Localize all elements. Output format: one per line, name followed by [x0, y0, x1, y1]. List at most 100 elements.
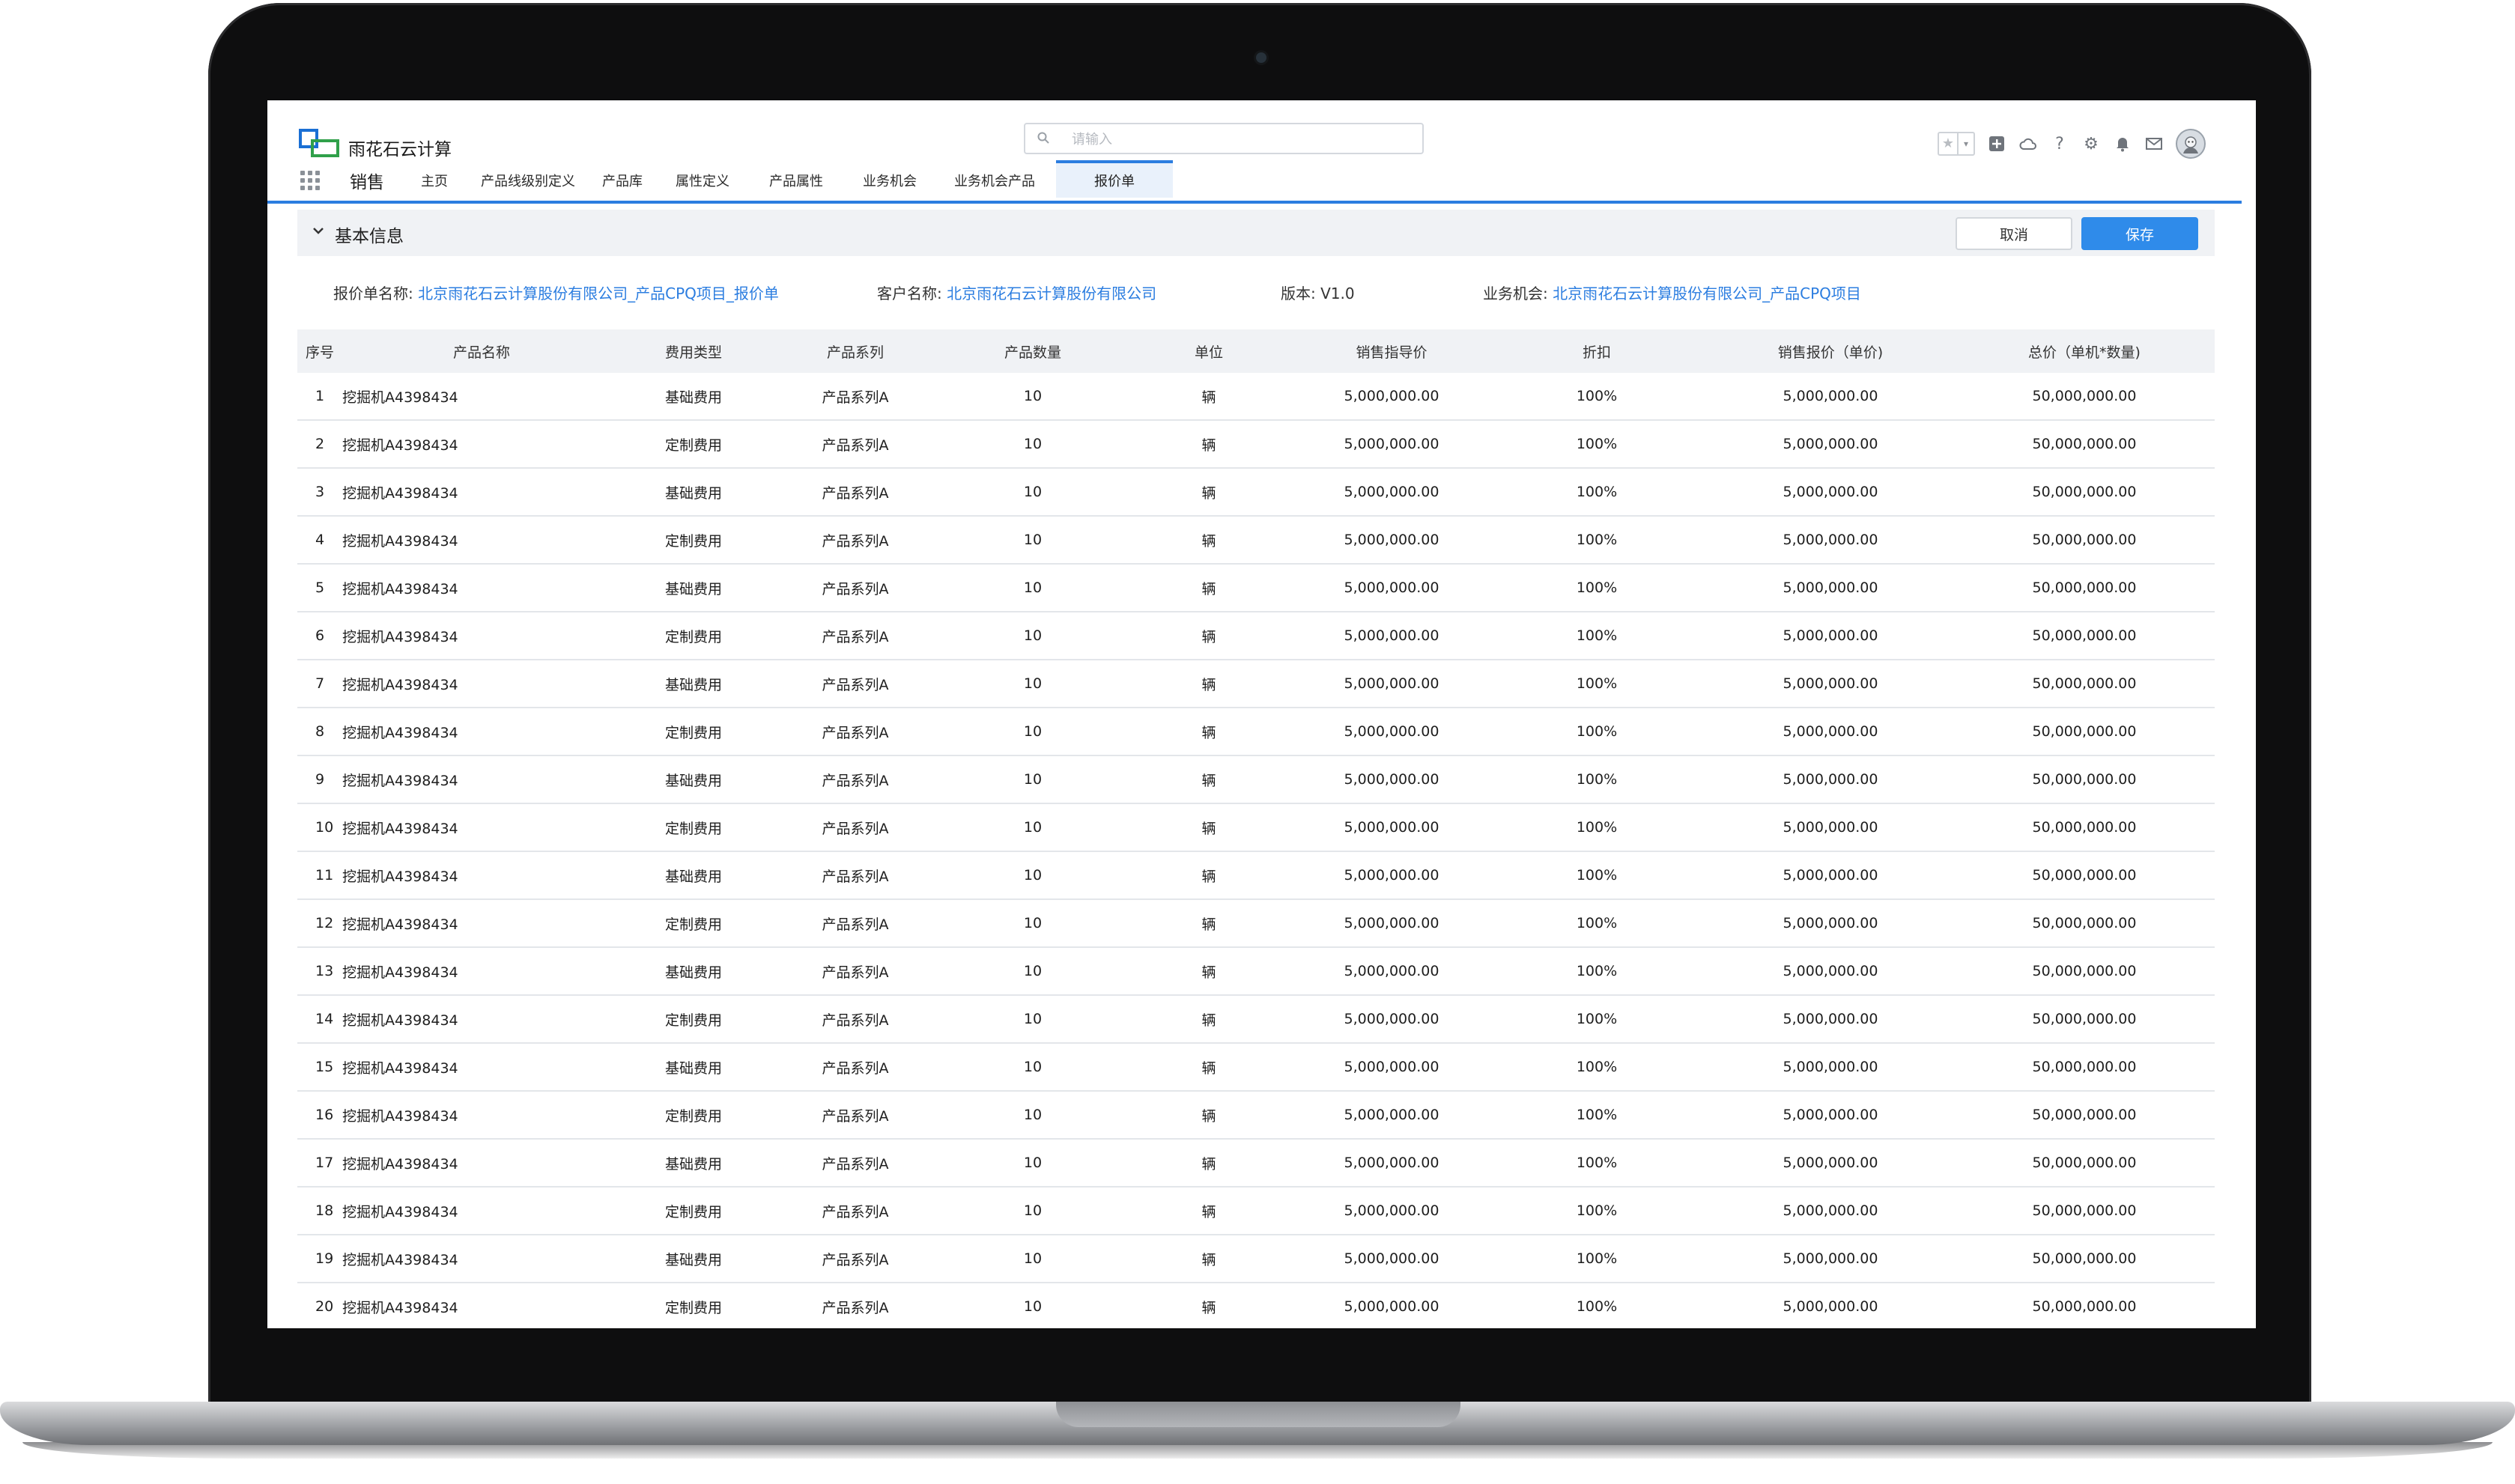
opportunity-field: 业务机会: 北京雨花石云计算股份有限公司_产品CPQ项目 — [1483, 282, 1861, 303]
table-row[interactable]: 5 挖掘机A4398434 基础费用 产品系列A 10 辆 5,000,000.00 100%… — [297, 564, 2215, 612]
column-header[interactable]: 销售指导价 — [1296, 329, 1487, 373]
column-header[interactable]: 折扣 — [1487, 329, 1707, 373]
list-price-cell: 5,000,000.00 — [1296, 516, 1487, 565]
total-price-cell: 50,000,000.00 — [1954, 947, 2215, 996]
app-launcher-icon[interactable] — [300, 171, 320, 190]
discount-cell: 100% — [1487, 468, 1707, 517]
chevron-down-icon[interactable]: ▾ — [1957, 133, 1974, 154]
column-header[interactable]: 总价（单机*数量) — [1954, 329, 2215, 373]
avatar[interactable] — [2176, 129, 2206, 159]
product-name-cell: 挖掘机A4398434 — [342, 708, 621, 756]
table-row[interactable]: 8 挖掘机A4398434 定制费用 产品系列A 10 辆 5,000,000.00 100%… — [297, 708, 2215, 756]
list-price-cell: 5,000,000.00 — [1296, 1091, 1487, 1140]
table-row[interactable]: 12 挖掘机A4398434 定制费用 产品系列A 10 辆 5,000,000.00 100… — [297, 899, 2215, 948]
tab-product-library[interactable]: 产品库 — [602, 171, 643, 190]
column-header[interactable]: 序号 — [297, 329, 342, 373]
product-series-cell: 产品系列A — [766, 1091, 944, 1140]
tab-home[interactable]: 主页 — [421, 171, 448, 190]
total-price-cell: 50,000,000.00 — [1954, 1283, 2215, 1328]
table-row[interactable]: 11 挖掘机A4398434 基础费用 产品系列A 10 辆 5,000,000.00 100… — [297, 851, 2215, 900]
chevron-down-icon[interactable] — [311, 223, 326, 238]
opportunity-link[interactable]: 北京雨花石云计算股份有限公司_产品CPQ项目 — [1553, 285, 1861, 302]
table-row[interactable]: 13 挖掘机A4398434 基础费用 产品系列A 10 辆 5,000,000.00 100… — [297, 947, 2215, 996]
tab-opportunities[interactable]: 业务机会 — [863, 171, 917, 190]
quantity-cell: 10 — [944, 373, 1121, 421]
column-header[interactable]: 产品系列 — [766, 329, 944, 373]
table-row[interactable]: 17 挖掘机A4398434 基础费用 产品系列A 10 辆 5,000,000.00 100… — [297, 1139, 2215, 1187]
quantity-cell: 10 — [944, 1091, 1121, 1140]
search-input[interactable] — [1070, 127, 1403, 151]
customer-link[interactable]: 北京雨花石云计算股份有限公司 — [947, 285, 1156, 302]
gear-icon[interactable]: ⚙ — [2081, 134, 2101, 153]
help-icon[interactable]: ? — [2050, 134, 2069, 153]
fee-type-cell: 基础费用 — [621, 851, 766, 900]
column-header[interactable]: 费用类型 — [621, 329, 766, 373]
table-row[interactable]: 19 挖掘机A4398434 基础费用 产品系列A 10 辆 5,000,000.00 100… — [297, 1235, 2215, 1283]
favorite-star-icon[interactable]: ★ — [1939, 133, 1957, 154]
unit-cell: 辆 — [1121, 1283, 1296, 1328]
table-row[interactable]: 15 挖掘机A4398434 基础费用 产品系列A 10 辆 5,000,000.00 100… — [297, 1043, 2215, 1092]
favorites-control[interactable]: ★ ▾ — [1938, 132, 1975, 156]
table-row[interactable]: 10 挖掘机A4398434 定制费用 产品系列A 10 辆 5,000,000.00 100… — [297, 803, 2215, 852]
table-row[interactable]: 3 挖掘机A4398434 基础费用 产品系列A 10 辆 5,000,000.00 100%… — [297, 468, 2215, 517]
row-index-cell: 10 — [297, 803, 342, 852]
cancel-button[interactable]: 取消 — [1956, 217, 2072, 250]
table-row[interactable]: 1 挖掘机A4398434 基础费用 产品系列A 10 辆 5,000,000.00 100%… — [297, 373, 2215, 421]
customer-field: 客户名称: 北京雨花石云计算股份有限公司 — [877, 282, 1156, 303]
total-price-cell: 50,000,000.00 — [1954, 899, 2215, 948]
total-price-cell: 50,000,000.00 — [1954, 660, 2215, 708]
table-row[interactable]: 14 挖掘机A4398434 定制费用 产品系列A 10 辆 5,000,000.00 100… — [297, 995, 2215, 1044]
discount-cell: 100% — [1487, 1187, 1707, 1235]
unit-price-cell: 5,000,000.00 — [1707, 468, 1954, 517]
table-row[interactable]: 2 挖掘机A4398434 定制费用 产品系列A 10 辆 5,000,000.00 100%… — [297, 420, 2215, 469]
tab-opportunity-products[interactable]: 业务机会产品 — [954, 171, 1035, 190]
row-index-cell: 14 — [297, 995, 342, 1044]
logo-icon — [299, 129, 341, 159]
unit-cell: 辆 — [1121, 564, 1296, 612]
table-row[interactable]: 18 挖掘机A4398434 定制费用 产品系列A 10 辆 5,000,000.00 100… — [297, 1187, 2215, 1235]
quantity-cell: 10 — [944, 1187, 1121, 1235]
mail-icon[interactable] — [2144, 134, 2164, 153]
section-title[interactable]: 基本信息 — [335, 222, 404, 247]
product-series-cell: 产品系列A — [766, 564, 944, 612]
product-series-cell: 产品系列A — [766, 516, 944, 565]
tab-product-line-definition[interactable]: 产品线级别定义 — [481, 171, 575, 190]
product-name-cell: 挖掘机A4398434 — [342, 612, 621, 660]
discount-cell: 100% — [1487, 1091, 1707, 1140]
table-row[interactable]: 9 挖掘机A4398434 基础费用 产品系列A 10 辆 5,000,000.00 100%… — [297, 755, 2215, 804]
tab-product-attributes[interactable]: 产品属性 — [769, 171, 823, 190]
quote-name-link[interactable]: 北京雨花石云计算股份有限公司_产品CPQ项目_报价单 — [418, 285, 779, 302]
unit-price-cell: 5,000,000.00 — [1707, 708, 1954, 756]
product-series-cell: 产品系列A — [766, 995, 944, 1044]
quantity-cell: 10 — [944, 995, 1121, 1044]
product-series-cell: 产品系列A — [766, 1283, 944, 1328]
list-price-cell: 5,000,000.00 — [1296, 1139, 1487, 1187]
column-header[interactable]: 产品名称 — [342, 329, 621, 373]
table-row[interactable]: 20 挖掘机A4398434 定制费用 产品系列A 10 辆 5,000,000.00 100… — [297, 1283, 2215, 1328]
table-row[interactable]: 16 挖掘机A4398434 定制费用 产品系列A 10 辆 5,000,000.00 100… — [297, 1091, 2215, 1140]
list-price-cell: 5,000,000.00 — [1296, 373, 1487, 421]
global-search[interactable] — [1024, 123, 1424, 154]
column-header[interactable]: 产品数量 — [944, 329, 1121, 373]
quote-name-field: 报价单名称: 北京雨花石云计算股份有限公司_产品CPQ项目_报价单 — [333, 282, 779, 303]
bell-icon[interactable] — [2113, 134, 2132, 153]
product-name-cell: 挖掘机A4398434 — [342, 755, 621, 804]
tab-attribute-definition[interactable]: 属性定义 — [676, 171, 729, 190]
table-row[interactable]: 6 挖掘机A4398434 定制费用 产品系列A 10 辆 5,000,000.00 100%… — [297, 612, 2215, 660]
tab-quotes[interactable]: 报价单 — [1056, 160, 1173, 198]
column-header[interactable]: 销售报价（单价) — [1707, 329, 1954, 373]
table-row[interactable]: 4 挖掘机A4398434 定制费用 产品系列A 10 辆 5,000,000.00 100%… — [297, 516, 2215, 565]
discount-cell: 100% — [1487, 708, 1707, 756]
list-price-cell: 5,000,000.00 — [1296, 1043, 1487, 1092]
quantity-cell: 10 — [944, 1043, 1121, 1092]
save-button[interactable]: 保存 — [2081, 217, 2198, 250]
discount-cell: 100% — [1487, 660, 1707, 708]
add-icon[interactable] — [1987, 134, 2006, 153]
table-row[interactable]: 7 挖掘机A4398434 基础费用 产品系列A 10 辆 5,000,000.00 100%… — [297, 660, 2215, 708]
unit-price-cell: 5,000,000.00 — [1707, 373, 1954, 421]
unit-price-cell: 5,000,000.00 — [1707, 755, 1954, 804]
unit-cell: 辆 — [1121, 660, 1296, 708]
laptop-hinge-notch — [1056, 1402, 1460, 1427]
cloud-icon[interactable] — [2018, 134, 2038, 153]
column-header[interactable]: 单位 — [1121, 329, 1296, 373]
